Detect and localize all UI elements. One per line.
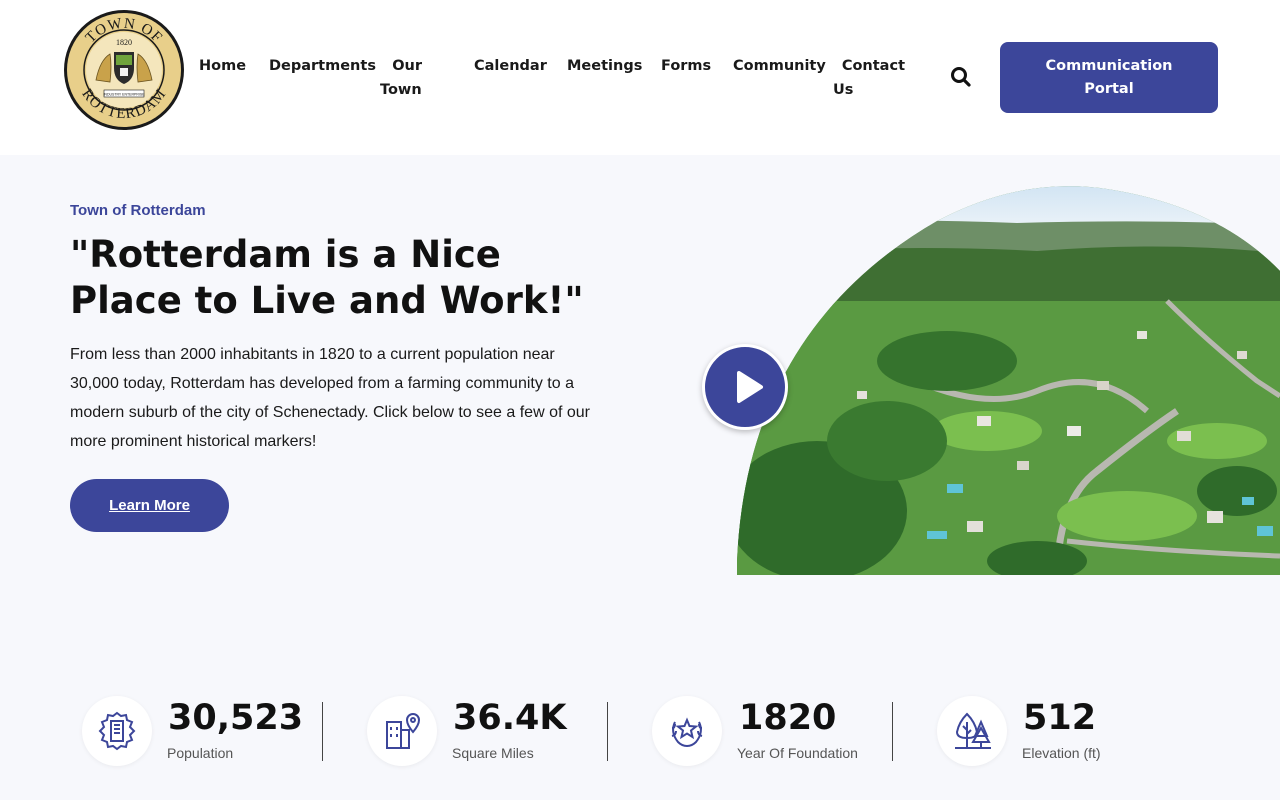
laurel-star-icon [652, 696, 722, 766]
play-video-button[interactable] [702, 344, 788, 430]
hero-description: From less than 2000 inhabitants in 1820 … [70, 346, 590, 450]
stat-foundation-label: Year Of Foundation [737, 745, 858, 761]
seal-motto: INDUSTRY ENTERPRISE [103, 93, 145, 97]
nav-calendar[interactable]: Calendar [474, 54, 547, 78]
stat-elevation-value: 512 [1023, 698, 1097, 738]
nav-our-town[interactable]: Our Town [380, 54, 422, 102]
stat-divider [892, 702, 893, 761]
stat-area-value: 36.4K [453, 698, 567, 738]
stat-area-label: Square Miles [452, 745, 534, 761]
portal-label-line1: Communication [1045, 57, 1173, 74]
nav-forms[interactable]: Forms [661, 54, 711, 78]
communication-portal-button[interactable]: Communication Portal [1000, 42, 1218, 113]
portal-label-line2: Portal [1084, 80, 1134, 97]
nav-our-town-line1: Our [392, 58, 422, 74]
hero-headline-line1: "Rotterdam is a Nice [70, 233, 501, 276]
stat-divider [322, 702, 323, 761]
city-gear-icon [82, 696, 152, 766]
nav-community[interactable]: Community [733, 54, 826, 78]
stat-divider [607, 702, 608, 761]
stat-elevation-label: Elevation (ft) [1022, 745, 1101, 761]
nav-contact-line2: Us [833, 82, 854, 98]
trees-icon [937, 696, 1007, 766]
learn-more-button[interactable]: Learn More [70, 479, 229, 532]
site-header: TOWN OF ROTTERDAM 1820 INDUSTRY ENTERPRI… [0, 0, 1280, 155]
stat-population-value: 30,523 [168, 698, 304, 738]
nav-meetings[interactable]: Meetings [567, 54, 642, 78]
aerial-neighborhood-image [737, 186, 1280, 575]
nav-contact-line1: Contact [841, 58, 905, 74]
town-seal-logo[interactable]: TOWN OF ROTTERDAM 1820 INDUSTRY ENTERPRI… [62, 8, 186, 132]
seal-year: 1820 [116, 38, 132, 47]
hero-headline: "Rotterdam is a Nice Place to Live and W… [70, 232, 630, 324]
hero-eyebrow: Town of Rotterdam [70, 202, 206, 219]
nav-our-town-line2: Town [380, 82, 422, 98]
hero-headline-line2: Place to Live and Work!" [70, 279, 584, 322]
nav-contact-us[interactable]: Contact Us [833, 54, 905, 102]
building-location-icon [367, 696, 437, 766]
nav-home[interactable]: Home [199, 54, 246, 78]
nav-departments[interactable]: Departments [269, 54, 376, 78]
stat-foundation-value: 1820 [739, 698, 837, 738]
play-icon [737, 371, 763, 403]
search-icon[interactable] [948, 64, 974, 90]
stat-population-label: Population [167, 745, 234, 761]
